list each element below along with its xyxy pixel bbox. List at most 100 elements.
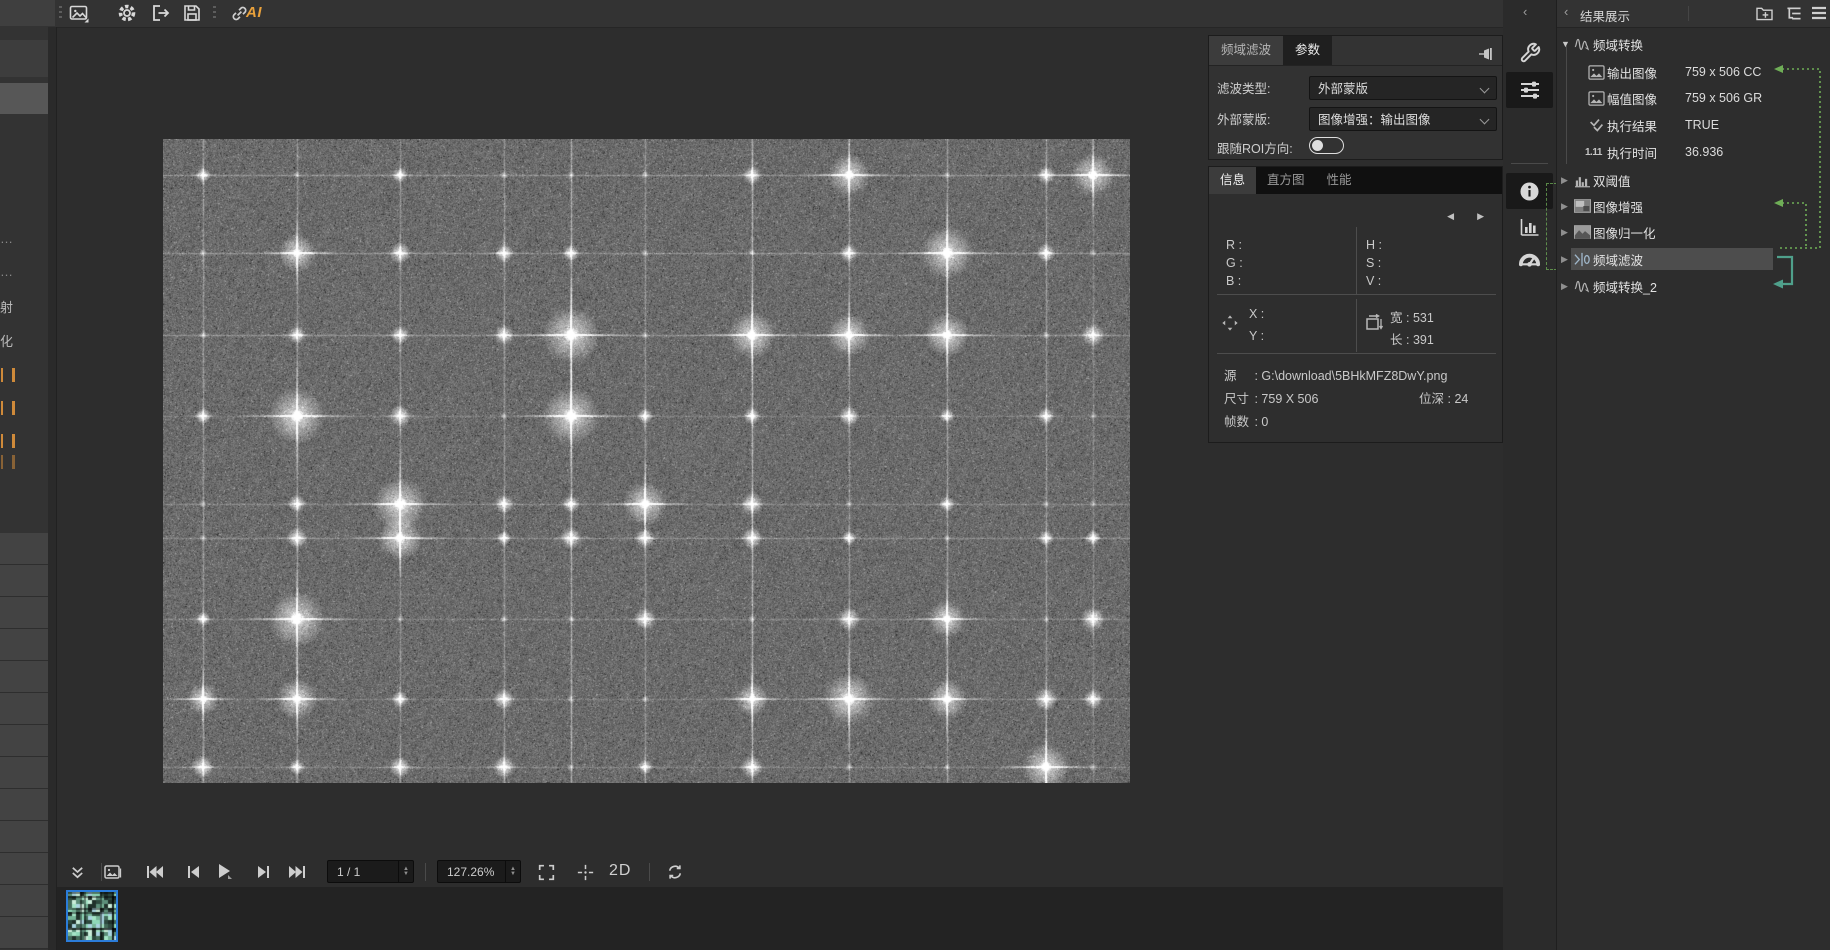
sliders-tab-active[interactable] (1506, 72, 1553, 108)
zoom-spinner[interactable]: 127.26% ▲▼ (437, 860, 521, 883)
tree-child-exec-time[interactable]: 1.11 执行时间 36.936 (1585, 141, 1723, 163)
skip-start-icon[interactable] (143, 860, 167, 884)
tree-node-fft-2[interactable]: ▶ 频域转换_2 (1561, 275, 1657, 297)
tree-child-exec-result[interactable]: 执行结果 TRUE (1585, 114, 1719, 136)
clipped-text-fragment: … (0, 264, 13, 279)
tree-node-image-normalize[interactable]: ▶ 图像归一化 (1561, 221, 1656, 243)
follow-roi-toggle[interactable] (1309, 137, 1344, 154)
expand-arrow-icon[interactable]: ▼ (1561, 39, 1571, 49)
tree-node-label: 频域转换_2 (1593, 277, 1657, 296)
ext-mask-value: 图像增强：输出图像 (1318, 113, 1431, 127)
list-item[interactable] (0, 789, 48, 821)
image-tool-icon[interactable] (68, 2, 90, 24)
results-title: 结果展示 (1580, 6, 1630, 25)
list-item[interactable] (0, 821, 48, 853)
pin-icon[interactable] (1478, 48, 1494, 60)
s-label: S : (1366, 256, 1381, 270)
ext-mask-select[interactable]: 图像增强：输出图像 (1309, 107, 1497, 131)
tree-node-image-enhance[interactable]: ▶ 图像增强 (1561, 195, 1643, 217)
expand-arrow-icon[interactable]: ▶ (1561, 281, 1571, 292)
tab-params[interactable]: 参数 (1283, 36, 1332, 65)
divider (649, 863, 650, 881)
export-icon[interactable] (149, 2, 171, 24)
center-crosshair-icon[interactable] (573, 860, 597, 884)
list-item[interactable] (0, 693, 48, 725)
collapse-toolbar-icon[interactable] (65, 860, 89, 884)
tab-filter[interactable]: 频域滤波 (1209, 36, 1283, 65)
roi-width-label: 宽 : (1390, 311, 1409, 325)
frame-spinner[interactable]: 1 / 1 ▲▼ (327, 860, 414, 883)
results-header: ‹ 结果展示 (1557, 0, 1830, 28)
collapse-panel-icon[interactable]: ‹ (1523, 4, 1527, 19)
list-item[interactable] (0, 853, 48, 885)
tree-child-output-image[interactable]: 输出图像 759 x 506 CC (1585, 61, 1761, 83)
move-coords-icon (1221, 314, 1239, 332)
filter-type-select[interactable]: 外部蒙版 (1309, 76, 1497, 100)
tree-node-value: 759 x 506 CC (1685, 65, 1761, 79)
tab-histogram[interactable]: 直方图 (1256, 167, 1316, 194)
list-item[interactable] (0, 565, 48, 597)
refresh-icon[interactable] (663, 860, 687, 884)
list-item[interactable] (0, 725, 48, 757)
expand-arrow-icon[interactable]: ▶ (1561, 227, 1571, 238)
tree-node-label: 执行结果 (1607, 116, 1685, 135)
tree-node-label: 频域滤波 (1593, 250, 1643, 269)
settings-gear-icon[interactable] (116, 2, 138, 24)
source-value: G:\download\5BHkMFZ8DwY.png (1261, 369, 1447, 383)
tree-node-freq-filter-selected[interactable]: ▶ 频域滤波 (1561, 248, 1643, 270)
image-result-icon (1585, 63, 1607, 81)
prev-arrow-icon[interactable]: ◀ (1447, 211, 1454, 222)
tab-performance[interactable]: 性能 (1316, 167, 1363, 194)
save-icon[interactable] (181, 2, 203, 24)
next-frame-icon[interactable] (251, 860, 275, 884)
expand-arrow-icon[interactable]: ▶ (1561, 254, 1571, 265)
list-item[interactable] (0, 533, 48, 565)
divider (1356, 227, 1357, 294)
next-arrow-icon[interactable]: ▶ (1477, 211, 1484, 222)
list-item[interactable] (0, 757, 48, 789)
expand-arrow-icon[interactable]: ▶ (1561, 175, 1571, 186)
collapse-results-icon[interactable]: ‹ (1564, 4, 1568, 19)
menu-hamburger-icon[interactable] (1810, 5, 1828, 21)
image-result-icon (1585, 89, 1607, 107)
list-item[interactable] (0, 917, 48, 949)
image-viewport[interactable] (163, 139, 1130, 783)
list-item[interactable] (0, 885, 48, 917)
list-item[interactable] (0, 661, 48, 693)
skip-end-icon[interactable] (285, 860, 309, 884)
chevron-down-icon (1480, 84, 1490, 94)
menu-block[interactable] (0, 0, 55, 26)
add-folder-icon[interactable] (1755, 5, 1773, 21)
list-item[interactable] (0, 597, 48, 629)
results-panel: ‹ 结果展示 (1556, 0, 1830, 950)
tree-node-dual-threshold[interactable]: ▶ 双阈值 (1561, 169, 1631, 191)
size-value: 759 X 506 (1261, 392, 1318, 406)
2d-mode-button[interactable]: 2D (609, 862, 631, 880)
play-button-icon[interactable] (212, 859, 236, 883)
tree-node-root[interactable]: ▼ 频域转换 (1561, 33, 1643, 55)
info-tabs: 信息 直方图 性能 (1209, 167, 1502, 194)
wrench-tools-icon[interactable] (1506, 38, 1553, 68)
toolbar-grip-icon[interactable] (59, 6, 62, 20)
divider (1217, 294, 1496, 295)
ai-label[interactable]: AI (246, 4, 262, 21)
fit-fullscreen-icon[interactable] (534, 860, 558, 884)
spinner-arrows-icon[interactable]: ▲▼ (505, 861, 520, 882)
sidebar-item-block-selected[interactable] (0, 83, 48, 114)
toolbar-grip-icon[interactable] (213, 6, 216, 20)
tree-child-magnitude-image[interactable]: 幅值图像 759 x 506 GR (1585, 87, 1762, 109)
spinner-arrows-icon[interactable]: ▲▼ (398, 861, 413, 882)
size-label: 尺寸 (1224, 388, 1251, 407)
list-item[interactable] (0, 629, 48, 661)
tab-info[interactable]: 信息 (1209, 167, 1256, 194)
sidebar-scroll-gutter[interactable] (48, 27, 57, 950)
frames-image-icon[interactable] (101, 860, 125, 884)
sidebar-item-block[interactable] (0, 40, 48, 77)
roi-width-value: 531 (1413, 311, 1434, 325)
sidebar-row-list (0, 533, 48, 949)
expand-arrow-icon[interactable]: ▶ (1561, 201, 1571, 212)
prev-frame-icon[interactable] (181, 860, 205, 884)
frame-thumbnail-selected[interactable] (66, 890, 118, 942)
tree-node-label: 图像增强 (1593, 197, 1643, 216)
tree-view-icon[interactable] (1785, 5, 1803, 21)
